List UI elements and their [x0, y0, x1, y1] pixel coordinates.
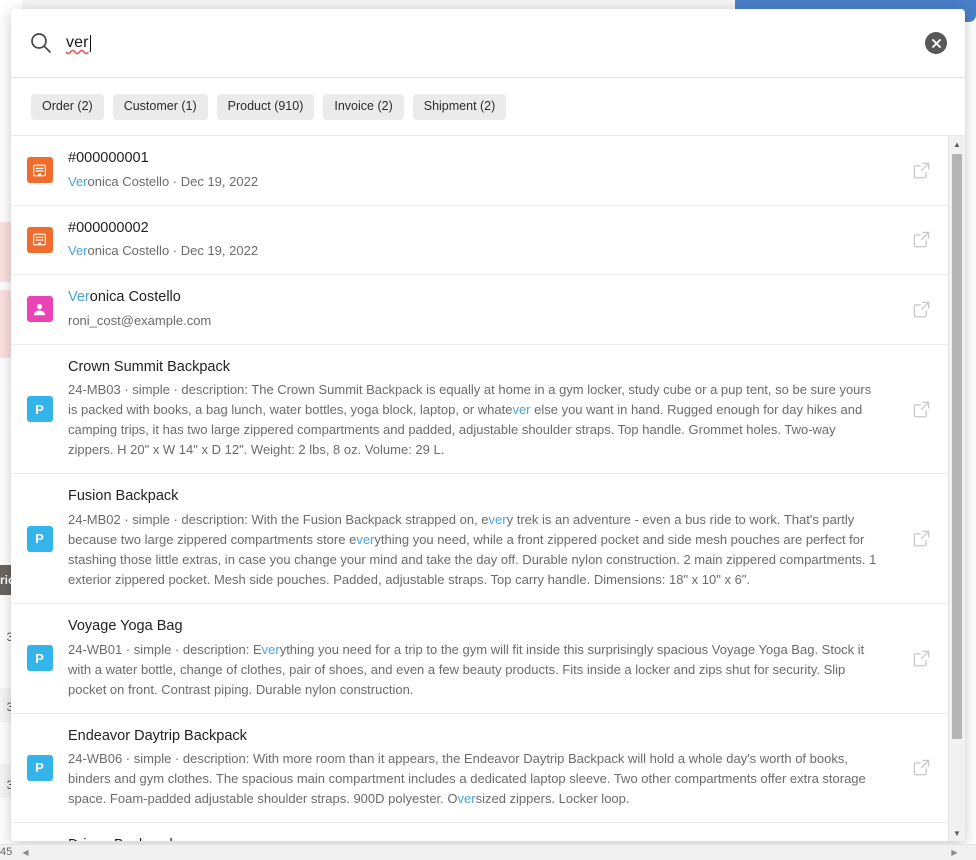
result-row[interactable]: P Fusion Backpack 24-MB02 · simple · descr…: [11, 474, 948, 604]
open-in-new-tab-icon[interactable]: [894, 162, 948, 179]
result-icon-cell: [11, 296, 68, 323]
result-row[interactable]: PDriven Backpack24-WB03 · simple · descr…: [11, 823, 948, 841]
search-bar: ver: [11, 9, 965, 78]
result-body: Fusion Backpack 24-MB02 · simple · descri…: [68, 487, 894, 590]
result-body: #000000001 Veronica Costello · Dec 19, 20…: [68, 149, 894, 192]
open-in-new-tab-icon[interactable]: [894, 650, 948, 667]
result-body: Voyage Yoga Bag 24-WB01 · simple · descri…: [68, 617, 894, 700]
result-body: Endeavor Daytrip Backpack 24-WB06 · simpl…: [68, 727, 894, 810]
filter-chip-order[interactable]: Order (2): [31, 93, 104, 120]
search-term-highlight: Ver: [68, 289, 90, 306]
results-area: #000000001 Veronica Costello · Dec 19, 20…: [11, 136, 965, 841]
open-in-new-tab-icon[interactable]: [894, 759, 948, 776]
result-icon-cell: [11, 157, 68, 184]
result-row[interactable]: P Crown Summit Backpack 24-MB03 · simple ·…: [11, 345, 948, 475]
open-in-new-tab-icon[interactable]: [894, 401, 948, 418]
sales-order-icon: [26, 226, 53, 253]
result-title: Crown Summit Backpack: [68, 358, 230, 375]
result-title: Voyage Yoga Bag: [68, 617, 183, 634]
result-subtitle: 24-MB03 · simple · description: The Crow…: [68, 382, 872, 458]
result-subtitle: 24-WB01 · simple · description: Everythi…: [68, 641, 865, 697]
results-list: #000000001 Veronica Costello · Dec 19, 20…: [11, 136, 948, 841]
result-icon-cell: P: [11, 525, 68, 552]
result-row[interactable]: P Endeavor Daytrip Backpack 24-WB06 · simp…: [11, 714, 948, 824]
search-term-highlight: ver: [261, 641, 280, 657]
result-title: Fusion Backpack: [68, 488, 179, 505]
filter-chip-shipment[interactable]: Shipment (2): [412, 93, 507, 120]
hscroll-right-arrow[interactable]: ▶: [947, 845, 962, 860]
result-body: Veronica Costello roni_cost@example.com: [68, 288, 894, 331]
open-in-new-tab-icon[interactable]: [894, 530, 948, 547]
scrollbar-thumb[interactable]: [952, 154, 962, 739]
filter-chips: Order (2) Customer (1) Product (910) Inv…: [11, 78, 965, 136]
result-icon-cell: [11, 226, 68, 253]
result-body: #000000002 Veronica Costello · Dec 19, 20…: [68, 219, 894, 262]
search-term-highlight: ver: [512, 402, 531, 418]
background-bottom-label: 45: [0, 846, 13, 858]
result-title: #000000002: [68, 219, 149, 236]
result-icon-cell: P: [11, 754, 68, 781]
product-badge-icon: P: [26, 396, 53, 423]
result-body: Driven Backpack24-WB03 · simple · descri…: [68, 836, 894, 841]
result-title: Veronica Costello: [68, 289, 181, 306]
scroll-up-arrow[interactable]: ▲: [949, 136, 965, 152]
result-row[interactable]: Veronica Costello roni_cost@example.com: [11, 275, 948, 345]
result-body: Crown Summit Backpack 24-MB03 · simple · …: [68, 358, 894, 461]
person-icon: [26, 296, 53, 323]
filter-chip-customer[interactable]: Customer (1): [112, 93, 208, 120]
result-title: Endeavor Daytrip Backpack: [68, 727, 247, 744]
result-subtitle: 24-WB06 · simple · description: With mor…: [68, 751, 866, 807]
open-in-new-tab-icon[interactable]: [894, 301, 948, 318]
result-subtitle: Veronica Costello · Dec 19, 2022: [68, 173, 259, 189]
result-row[interactable]: P Voyage Yoga Bag 24-WB01 · simple · descr…: [11, 604, 948, 714]
filter-chip-invoice[interactable]: Invoice (2): [323, 93, 404, 120]
search-term-highlight: Ver: [68, 243, 88, 259]
product-badge-icon: P: [26, 525, 53, 552]
scroll-down-arrow[interactable]: ▼: [949, 825, 965, 841]
text-caret: [89, 34, 91, 52]
sales-order-icon: [26, 157, 53, 184]
result-title: #000000001: [68, 150, 149, 166]
result-icon-cell: P: [11, 396, 68, 423]
result-row[interactable]: #000000002 Veronica Costello · Dec 19, 20…: [11, 206, 948, 276]
result-subtitle: 24-MB02 · simple · description: With the…: [68, 511, 877, 587]
filter-chip-product[interactable]: Product (910): [216, 93, 315, 120]
hscroll-left-arrow[interactable]: ◀: [18, 845, 33, 860]
search-term-highlight: ver: [488, 511, 507, 527]
product-badge-icon: P: [26, 645, 53, 672]
search-term-highlight: Ver: [68, 173, 88, 189]
result-title: Driven Backpack: [68, 836, 880, 841]
search-term-highlight: ver: [457, 791, 476, 807]
result-subtitle: Veronica Costello · Dec 19, 2022: [68, 243, 259, 259]
result-subtitle: roni_cost@example.com: [68, 312, 212, 328]
clear-search-button[interactable]: [925, 32, 947, 54]
results-vertical-scrollbar[interactable]: ▲ ▼: [948, 136, 965, 841]
search-icon: [28, 30, 54, 56]
search-term-highlight: ver: [356, 531, 375, 547]
page-horizontal-scrollbar[interactable]: 45 ◀ ▶: [0, 844, 976, 860]
result-row[interactable]: #000000001 Veronica Costello · Dec 19, 20…: [11, 136, 948, 206]
search-input[interactable]: ver: [66, 27, 915, 59]
open-in-new-tab-icon[interactable]: [894, 231, 948, 248]
result-icon-cell: P: [11, 645, 68, 672]
search-input-value: ver: [66, 34, 89, 51]
product-badge-icon: P: [26, 754, 53, 781]
global-search-modal: ver Order (2) Customer (1) Product (910)…: [11, 9, 965, 841]
